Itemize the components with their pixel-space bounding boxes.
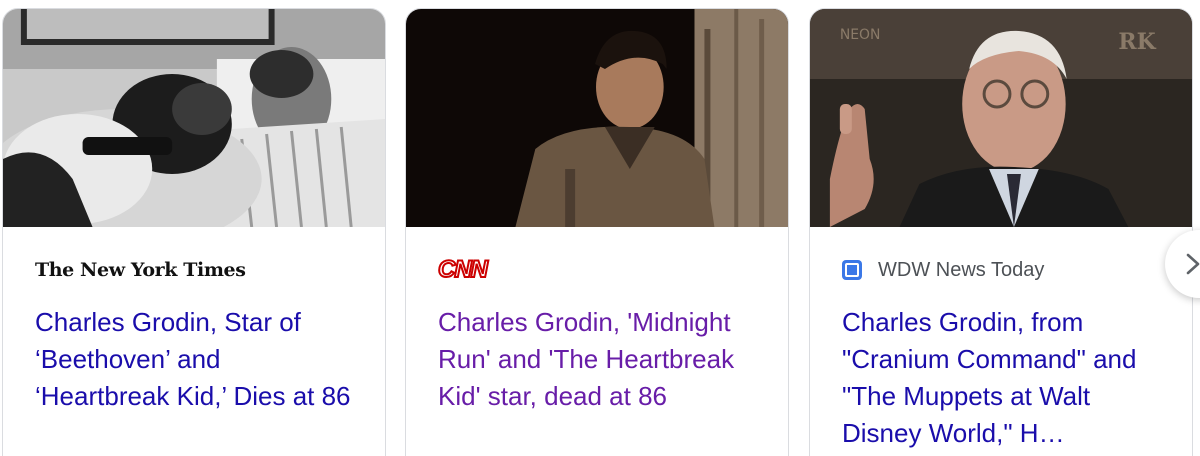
news-source: CNN (437, 255, 489, 284)
news-card[interactable]: NEON RK WDW News Today Charles Grodin, f… (809, 8, 1193, 456)
svg-text:RK: RK (1118, 29, 1156, 55)
news-source: WDW News Today (842, 257, 1044, 283)
news-thumbnail: NEON RK (810, 9, 1192, 227)
news-headline-link[interactable]: Charles Grodin, 'Midnight Run' and 'The … (438, 304, 764, 415)
cnn-logo-icon: CNN (437, 255, 489, 284)
news-headline-link[interactable]: Charles Grodin, from "Cranium Command" a… (842, 304, 1168, 452)
news-carousel: The New York Times Charles Grodin, Star … (0, 0, 1200, 456)
news-thumbnail (3, 9, 385, 227)
wdw-news-today-favicon-icon (842, 260, 862, 280)
news-source-name: WDW News Today (878, 258, 1045, 281)
news-card[interactable]: The New York Times Charles Grodin, Star … (2, 8, 386, 456)
news-headline-link[interactable]: Charles Grodin, Star of ‘Beethoven’ and … (35, 304, 361, 415)
svg-text:NEON: NEON (840, 27, 881, 43)
chevron-right-icon (1186, 253, 1200, 275)
news-source: The New York Times (35, 257, 246, 283)
news-card[interactable]: CNN Charles Grodin, 'Midnight Run' and '… (405, 8, 789, 456)
nyt-logo-icon: The New York Times (35, 259, 246, 281)
news-thumbnail (406, 9, 788, 227)
